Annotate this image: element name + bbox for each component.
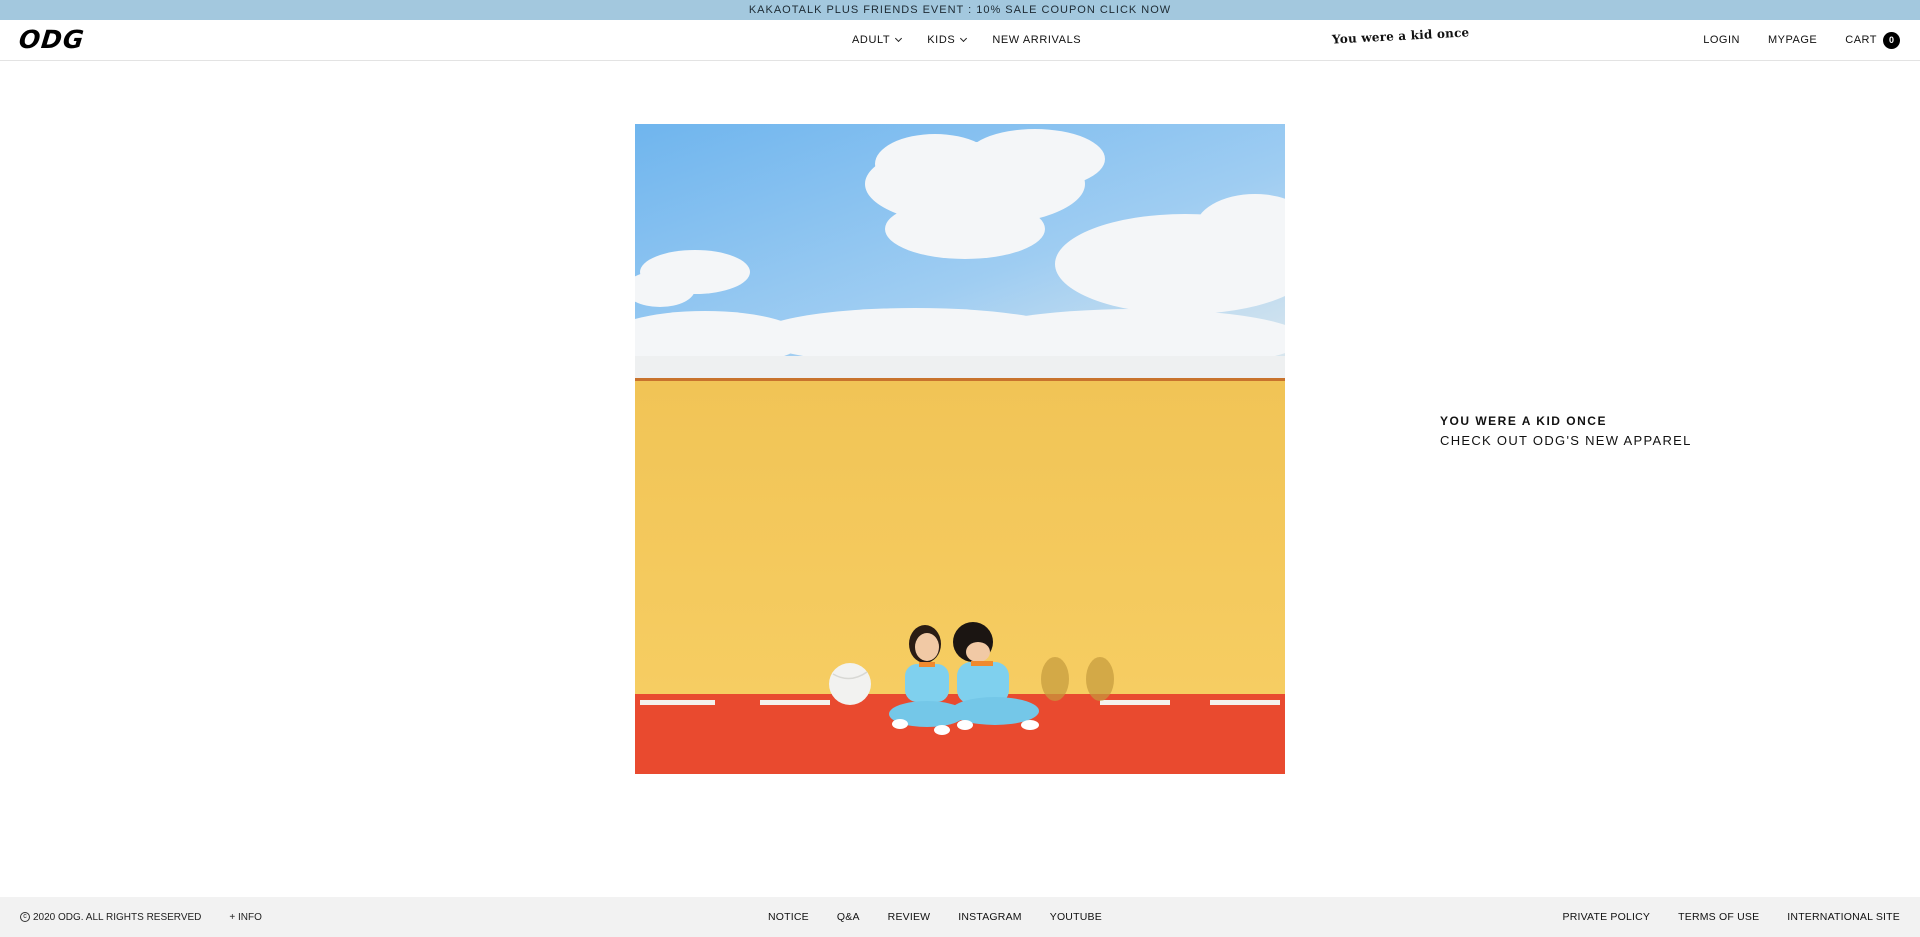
promo-subtitle-link[interactable]: CHECK OUT ODG'S NEW APPAREL: [1440, 433, 1692, 448]
footer-link-international-site[interactable]: INTERNATIONAL SITE: [1787, 911, 1900, 923]
hero-image[interactable]: [635, 124, 1285, 774]
nav-item-adult[interactable]: ADULT: [852, 34, 903, 46]
footer-center-links: NOTICE Q&A REVIEW INSTAGRAM YOUTUBE: [768, 897, 1130, 937]
chevron-down-icon: [895, 34, 903, 43]
mypage-link[interactable]: MYPAGE: [1768, 34, 1817, 46]
footer-link-instagram[interactable]: INSTAGRAM: [958, 911, 1021, 923]
footer-link-youtube[interactable]: YOUTUBE: [1050, 911, 1102, 923]
chevron-down-icon: [960, 34, 968, 43]
nav-item-label: ADULT: [852, 34, 891, 46]
ball: [829, 663, 871, 705]
wall-cap: [635, 356, 1285, 380]
cart-link[interactable]: CART 0: [1845, 31, 1900, 49]
footer-left: c 2020 ODG. ALL RIGHTS RESERVED + INFO: [20, 897, 262, 937]
copyright: c 2020 ODG. ALL RIGHTS RESERVED: [20, 912, 201, 923]
announcement-bar[interactable]: KAKAOTALK PLUS FRIENDS EVENT : 10% SALE …: [0, 0, 1920, 20]
promo-title: YOU WERE A KID ONCE: [1440, 414, 1607, 428]
footer-link-notice[interactable]: NOTICE: [768, 911, 809, 923]
cart-count-badge: 0: [1883, 31, 1900, 49]
footer-link-terms-of-use[interactable]: TERMS OF USE: [1678, 911, 1759, 923]
nav-item-label: KIDS: [927, 34, 956, 46]
tagline-logo: You were a kid once: [1331, 25, 1470, 47]
login-link[interactable]: LOGIN: [1703, 34, 1740, 46]
site-footer: c 2020 ODG. ALL RIGHTS RESERVED + INFO N…: [0, 897, 1920, 937]
copyright-icon: c: [20, 912, 30, 922]
odg-logo[interactable]: ODG: [18, 25, 87, 54]
announcement-text[interactable]: KAKAOTALK PLUS FRIENDS EVENT : 10% SALE …: [749, 4, 1171, 16]
promo-text-block: YOU WERE A KID ONCE CHECK OUT ODG'S NEW …: [1440, 414, 1692, 448]
cart-label: CART: [1845, 34, 1877, 46]
copyright-text: 2020 ODG. ALL RIGHTS RESERVED: [33, 911, 202, 923]
info-link[interactable]: + INFO: [229, 912, 262, 923]
footer-link-qa[interactable]: Q&A: [837, 911, 860, 923]
utility-nav: LOGIN MYPAGE CART 0: [1675, 20, 1900, 60]
footer-right-links: PRIVATE POLICY TERMS OF USE INTERNATIONA…: [1535, 897, 1900, 937]
main-nav: ADULT KIDS NEW ARRIVALS: [852, 20, 1107, 60]
footer-link-review[interactable]: REVIEW: [888, 911, 931, 923]
site-header: ODG ADULT KIDS NEW ARRIVALS You were a k…: [0, 20, 1920, 61]
footer-link-private-policy[interactable]: PRIVATE POLICY: [1563, 911, 1651, 923]
nav-item-new-arrivals[interactable]: NEW ARRIVALS: [992, 34, 1081, 46]
nav-item-kids[interactable]: KIDS: [927, 34, 968, 46]
nav-item-label: NEW ARRIVALS: [992, 34, 1082, 46]
